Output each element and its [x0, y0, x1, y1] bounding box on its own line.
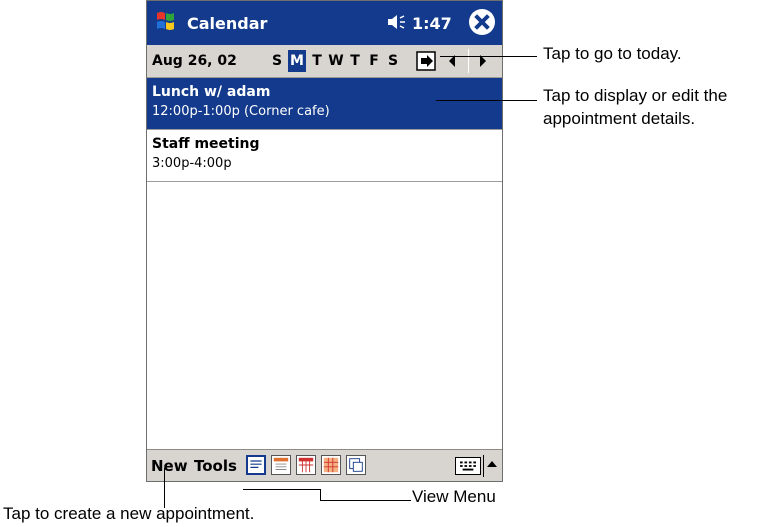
month-view-icon[interactable]: [321, 455, 341, 475]
tools-menu-button[interactable]: Tools: [194, 457, 237, 475]
new-menu-button[interactable]: New: [151, 457, 188, 475]
keyboard-icon[interactable]: [455, 457, 481, 475]
week-days: S M T W T F S: [269, 50, 404, 72]
day-tue[interactable]: T: [309, 50, 325, 72]
appointment-detail: 12:00p-1:00p (Corner cafe): [152, 104, 330, 119]
callout-view-menu: View Menu: [412, 487, 496, 506]
day-view-icon[interactable]: [271, 455, 291, 475]
close-icon[interactable]: [469, 9, 495, 35]
app-title: Calendar: [187, 14, 268, 33]
callout-details-line2: appointment details.: [543, 109, 696, 128]
year-view-icon[interactable]: [346, 455, 366, 475]
callout-line-new: [164, 468, 165, 508]
command-bar: New Tools: [147, 449, 502, 481]
windows-start-icon[interactable]: [151, 7, 181, 37]
appointment-title: Staff meeting: [152, 136, 260, 152]
speaker-icon[interactable]: [386, 12, 406, 32]
nav-separator: [468, 49, 469, 73]
callout-line-view-menu-horizontal-right: [320, 500, 411, 501]
input-menu-arrow-icon[interactable]: [487, 461, 497, 467]
appointment-detail: 3:00p-4:00p: [152, 156, 232, 171]
day-wed[interactable]: W: [328, 50, 344, 72]
callout-line-view-menu-horizontal-left: [243, 489, 321, 490]
callout-details-line1: Tap to display or edit the: [543, 86, 728, 105]
input-separator: [483, 455, 484, 477]
date-bar: Aug 26, 02 S M T W T F S: [147, 45, 502, 78]
callout-line-details: [436, 100, 537, 101]
callout-today: Tap to go to today.: [543, 44, 682, 63]
callout-new-appointment: Tap to create a new appointment.: [3, 504, 255, 523]
appointment-row-staff-meeting[interactable]: Staff meeting 3:00p-4:00p: [147, 130, 502, 182]
day-mon-selected[interactable]: M: [288, 50, 306, 72]
current-date[interactable]: Aug 26, 02: [152, 53, 237, 69]
appointment-row-lunch[interactable]: Lunch w/ adam 12:00p-1:00p (Corner cafe): [147, 78, 502, 130]
day-fri[interactable]: F: [366, 50, 382, 72]
go-to-today-icon[interactable]: [415, 50, 437, 72]
appointment-title: Lunch w/ adam: [152, 84, 271, 100]
day-sun[interactable]: S: [269, 50, 285, 72]
agenda-view-icon[interactable]: [246, 455, 266, 475]
pocket-pc-screen: Calendar 1:47 Aug 26, 02 S M T W T F S L…: [146, 0, 503, 482]
day-thu[interactable]: T: [347, 50, 363, 72]
week-view-icon[interactable]: [296, 455, 316, 475]
title-bar: Calendar 1:47: [147, 1, 502, 45]
clock[interactable]: 1:47: [412, 14, 452, 33]
day-sat[interactable]: S: [385, 50, 401, 72]
callout-line-today: [440, 56, 537, 57]
